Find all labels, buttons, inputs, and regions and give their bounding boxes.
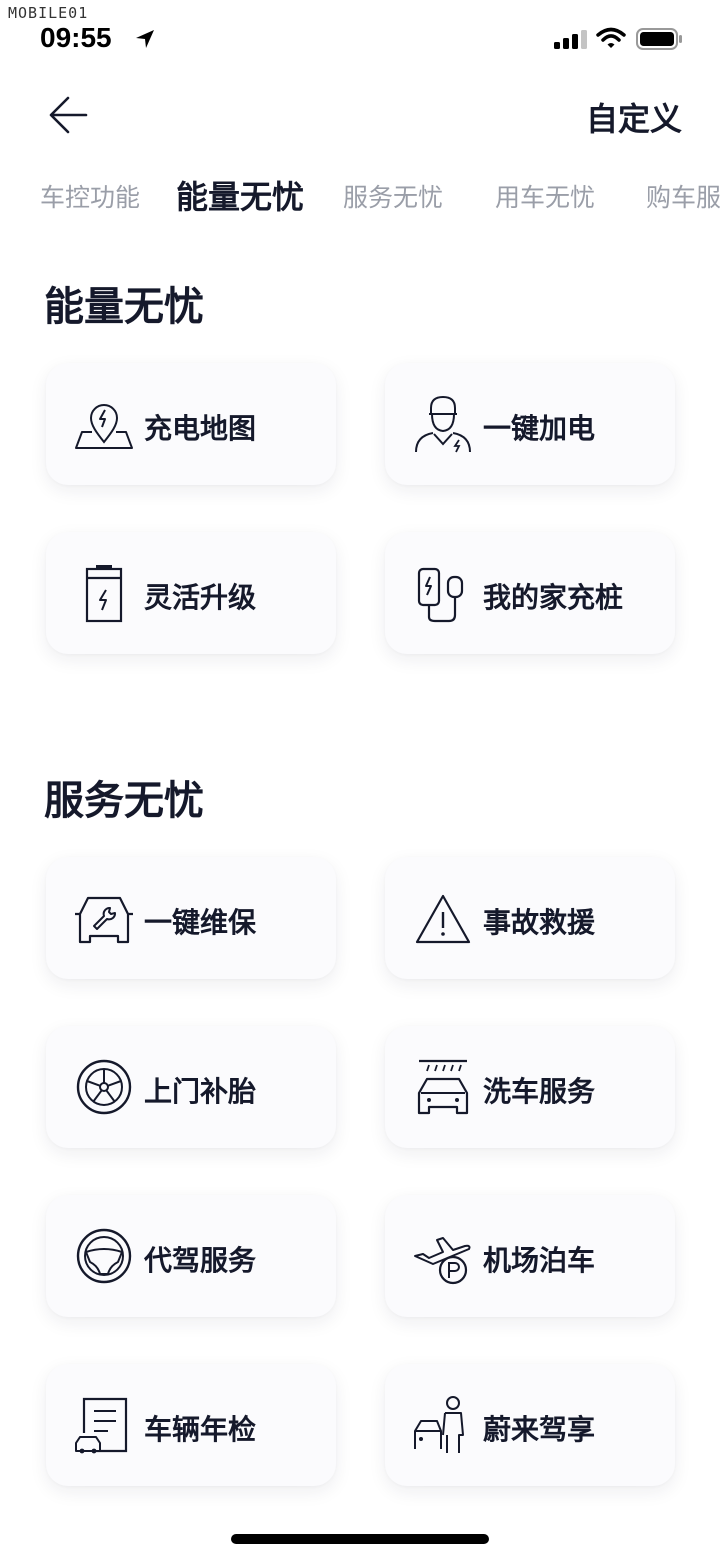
section-title-energy: 能量无忧 [44,284,204,330]
customize-button[interactable]: 自定义 [586,94,682,140]
charging-map-card[interactable]: 充电地图 [46,363,336,485]
arrow-left-icon[interactable] [44,90,94,140]
tab-energy[interactable]: 能量无忧 [176,172,304,218]
tab-vehicle-control[interactable]: 车控功能 [40,178,140,214]
section-title-service: 服务无忧 [44,778,204,824]
watermark: MOBILE01 [8,4,89,22]
annual-inspection-card[interactable]: 车辆年检 [46,1364,336,1486]
service-staff-icon [415,395,471,453]
steering-wheel-icon [76,1228,132,1284]
cellular-signal-icon [554,30,587,49]
accident-rescue-card[interactable]: 事故救援 [385,857,675,979]
car-wrench-icon [75,896,133,944]
one-click-charge-card[interactable]: 一键加电 [385,363,675,485]
one-click-maintenance-card[interactable]: 一键维保 [46,857,336,979]
card-label: 机场泊车 [483,1244,596,1277]
car-wash-card[interactable]: 洗车服务 [385,1026,675,1148]
tire-repair-card[interactable]: 上门补胎 [46,1026,336,1148]
tab-car-use[interactable]: 用车无忧 [495,178,595,214]
card-label: 灵活升级 [144,581,257,614]
battery-upgrade-icon [85,565,123,623]
flexible-upgrade-card[interactable]: 灵活升级 [46,532,336,654]
warning-triangle-icon [415,894,471,944]
airplane-parking-icon [414,1237,471,1285]
airport-parking-card[interactable]: 机场泊车 [385,1195,675,1317]
card-label: 充电地图 [144,412,257,445]
map-charging-pin-icon [75,404,133,449]
card-label: 一键加电 [483,412,596,445]
card-label: 代驾服务 [144,1244,257,1277]
card-label: 蔚来驾享 [483,1413,596,1446]
tab-service[interactable]: 服务无忧 [343,178,443,214]
wifi-icon [596,27,626,48]
location-arrow-icon [136,30,154,48]
card-label: 一键维保 [144,906,257,939]
home-charger-icon [417,567,464,623]
chauffeur-car-icon [414,1396,464,1453]
card-label: 车辆年检 [144,1413,257,1446]
card-label: 洗车服务 [483,1075,596,1108]
designated-driver-card[interactable]: 代驾服务 [46,1195,336,1317]
card-label: 事故救援 [483,906,596,939]
car-wash-icon [417,1059,469,1115]
battery-icon [636,28,682,50]
inspection-document-icon [75,1397,128,1454]
tab-purchase[interactable]: 购车服 [646,178,720,214]
card-label: 上门补胎 [144,1075,257,1108]
nio-chauffeur-card[interactable]: 蔚来驾享 [385,1364,675,1486]
card-label: 我的家充桩 [483,581,624,614]
category-tabs: 车控功能 能量无忧 服务无忧 用车无忧 购车服 [0,168,720,218]
status-time: 09:55 [40,22,112,53]
tire-icon [76,1059,132,1115]
home-indicator[interactable] [231,1534,489,1544]
home-charger-card[interactable]: 我的家充桩 [385,532,675,654]
